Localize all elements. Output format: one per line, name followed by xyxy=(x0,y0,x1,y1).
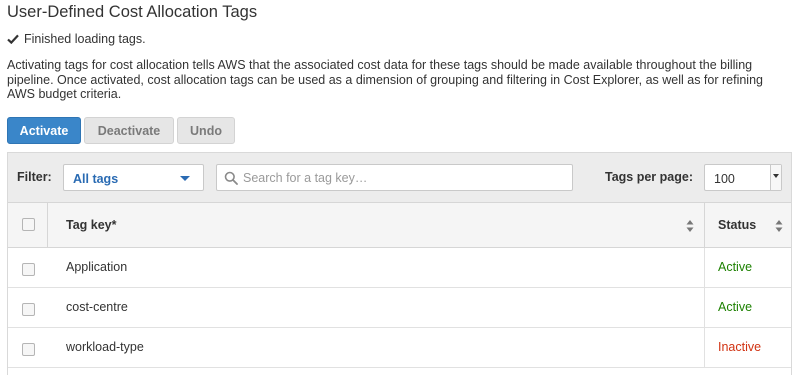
page: User-Defined Cost Allocation Tags Finish… xyxy=(0,0,800,375)
filter-label: Filter: xyxy=(17,170,52,184)
search-input[interactable] xyxy=(243,168,563,187)
tag-status: Active xyxy=(718,260,753,274)
sort-icon[interactable] xyxy=(686,219,694,233)
sort-icon[interactable] xyxy=(775,219,783,233)
tag-status: Active xyxy=(718,300,753,314)
row-checkbox[interactable] xyxy=(22,263,35,276)
tags-per-page-value: 100 xyxy=(714,172,735,186)
table-row[interactable]: Application Active xyxy=(8,248,791,288)
tags-table: Filter: All tags Tags per page: 100 xyxy=(7,152,792,375)
check-icon xyxy=(7,34,19,44)
description: Activating tags for cost allocation tell… xyxy=(7,58,763,101)
status-message: Finished loading tags. xyxy=(24,32,146,46)
table-header: Tag key* Status xyxy=(8,203,791,248)
column-header-status[interactable]: Status xyxy=(718,218,756,232)
table-row[interactable]: workload-type Inactive xyxy=(8,328,791,368)
loading-status: Finished loading tags. xyxy=(7,32,146,46)
header-checkbox-cell xyxy=(8,203,48,247)
tag-status: Inactive xyxy=(718,340,762,354)
filter-bar: Filter: All tags Tags per page: 100 xyxy=(8,153,791,203)
table-row[interactable]: cost-centre Active xyxy=(8,288,791,328)
row-checkbox[interactable] xyxy=(22,303,35,316)
column-divider xyxy=(704,248,705,287)
search-box[interactable] xyxy=(216,164,573,191)
column-divider xyxy=(704,288,705,327)
column-header-tag-key[interactable]: Tag key* xyxy=(66,218,117,232)
tag-key: Application xyxy=(66,260,128,274)
tag-key: workload-type xyxy=(66,340,144,354)
tags-per-page-label: Tags per page: xyxy=(605,170,693,184)
column-divider xyxy=(704,328,705,367)
tags-per-page-select[interactable]: 100 xyxy=(704,164,782,191)
select-all-checkbox[interactable] xyxy=(22,218,35,231)
deactivate-button[interactable]: Deactivate xyxy=(84,117,174,144)
undo-button[interactable]: Undo xyxy=(177,117,235,144)
page-title: User-Defined Cost Allocation Tags xyxy=(7,3,258,21)
dropdown-arrow-icon[interactable] xyxy=(770,165,781,190)
tag-key: cost-centre xyxy=(66,300,128,314)
filter-dropdown[interactable]: All tags xyxy=(63,164,204,191)
activate-button[interactable]: Activate xyxy=(7,117,81,144)
search-icon xyxy=(224,171,238,185)
filter-selected-value: All tags xyxy=(73,172,119,186)
caret-down-icon xyxy=(180,176,190,181)
row-checkbox[interactable] xyxy=(22,343,35,356)
column-divider xyxy=(704,203,705,247)
